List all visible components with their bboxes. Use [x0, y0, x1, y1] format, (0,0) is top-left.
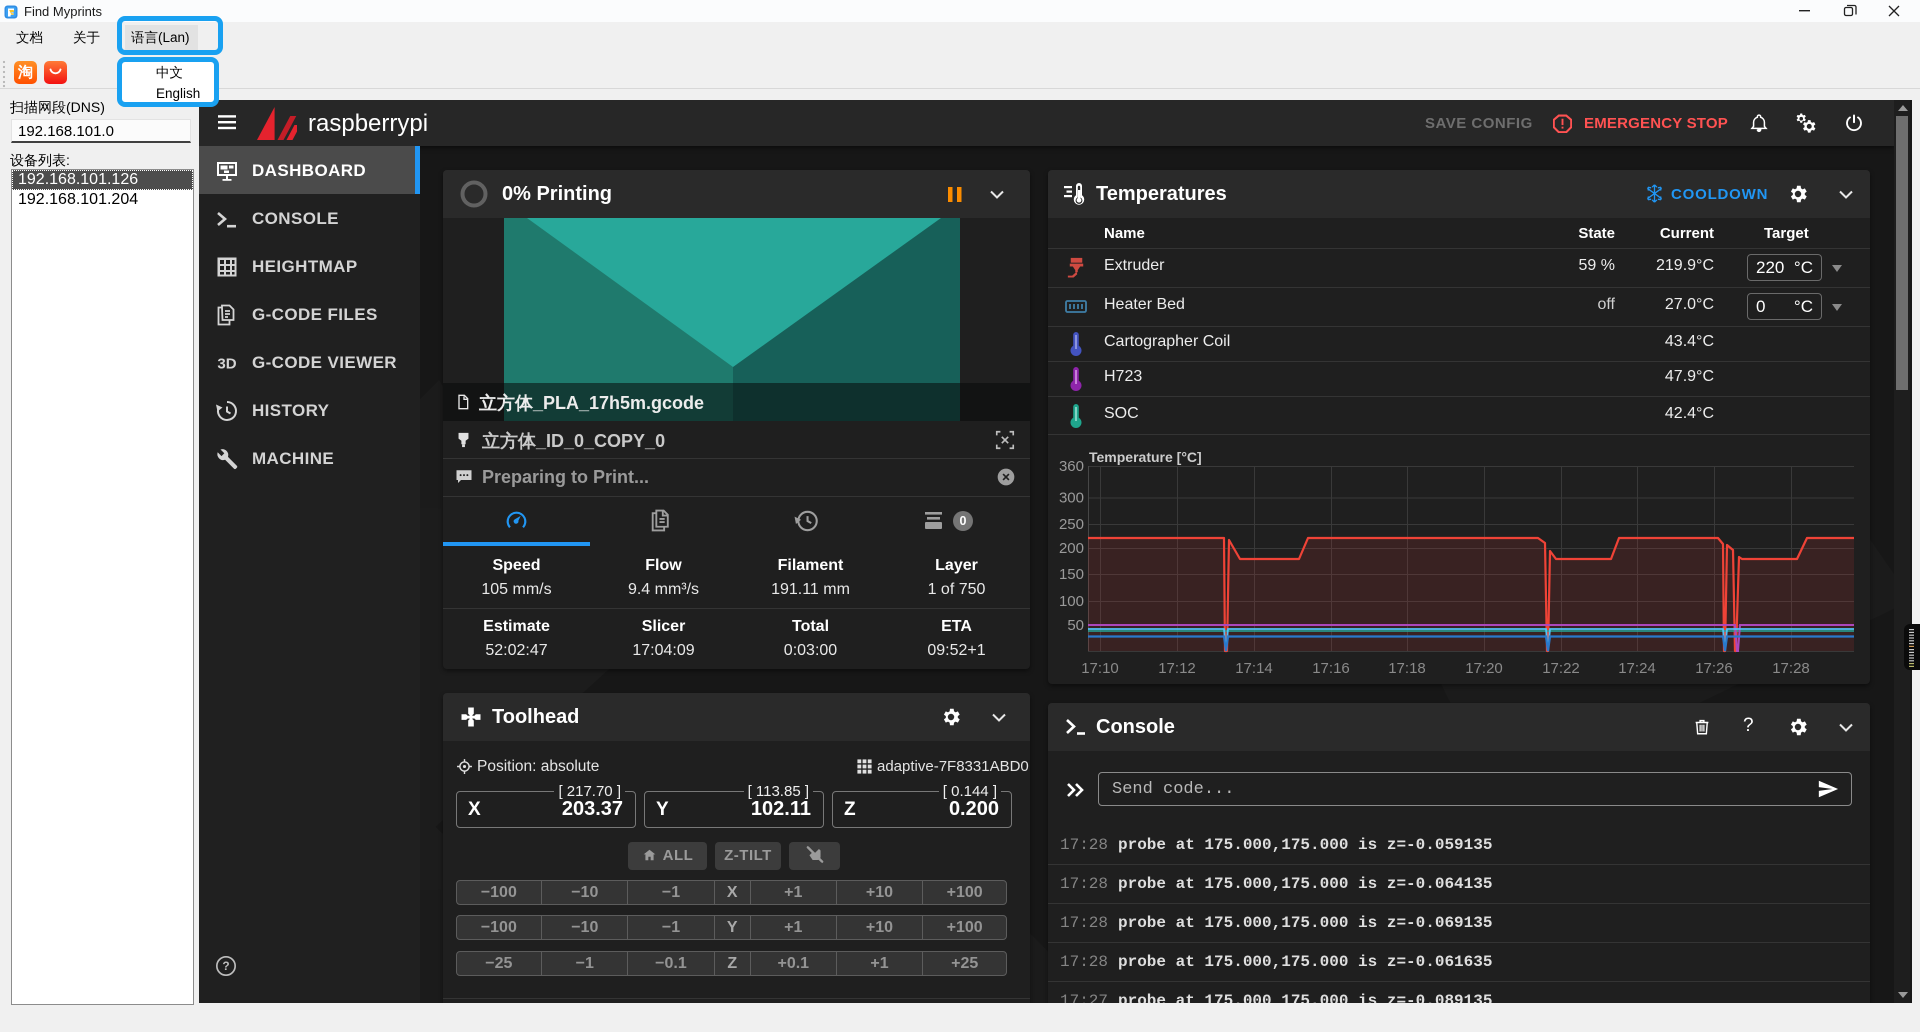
svg-text:17:22: 17:22 [1542, 660, 1580, 677]
svg-text:17:12: 17:12 [1158, 660, 1196, 677]
svg-text:17:24: 17:24 [1618, 660, 1656, 677]
svg-text:100: 100 [1059, 593, 1084, 610]
svg-text:?: ? [222, 959, 229, 973]
svg-text:17:10: 17:10 [1081, 660, 1119, 677]
svg-text:17:14: 17:14 [1235, 660, 1273, 677]
svg-text:3D: 3D [217, 356, 236, 373]
svg-text:150: 150 [1059, 566, 1084, 583]
svg-text:250: 250 [1059, 516, 1084, 533]
svg-text:17:18: 17:18 [1388, 660, 1426, 677]
svg-text:17:16: 17:16 [1312, 660, 1350, 677]
svg-text:360: 360 [1059, 458, 1084, 475]
svg-text:200: 200 [1059, 540, 1084, 557]
svg-text:50: 50 [1067, 617, 1084, 634]
svg-text:17:28: 17:28 [1772, 660, 1810, 677]
svg-text:17:20: 17:20 [1465, 660, 1503, 677]
svg-text:17:26: 17:26 [1695, 660, 1733, 677]
svg-text:Temperature [°C]: Temperature [°C] [1089, 449, 1202, 465]
svg-text:300: 300 [1059, 490, 1084, 507]
